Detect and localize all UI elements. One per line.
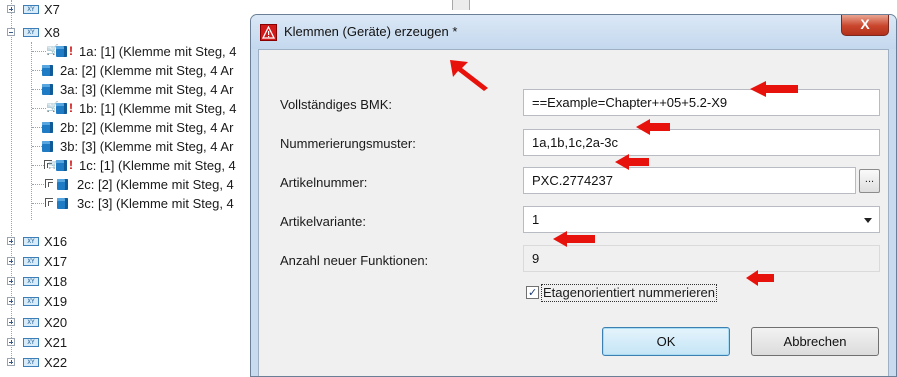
dialog-title: Klemmen (Geräte) erzeugen * [284, 24, 458, 39]
terminal-strip-icon: XY [23, 28, 39, 37]
close-button[interactable]: X [841, 15, 889, 36]
expand-icon[interactable] [7, 257, 15, 265]
terminal-strip-icon: XY [23, 318, 39, 327]
device-icon [56, 160, 67, 171]
warning-mark: ! [69, 44, 73, 58]
tree-panel: XY X7 XY X8 🛒 ! 1a: [1] (Klemme mit Steg… [0, 0, 262, 377]
floor-numbering-label[interactable]: Etagenorientiert nummerieren [541, 284, 717, 302]
tree-node-label: 2a: [2] (Klemme mit Steg, 4 Ar [60, 63, 234, 78]
tree-connector [32, 89, 42, 90]
annotation-arrow [615, 154, 649, 170]
device-icon [42, 141, 53, 152]
tree-node-label: X20 [44, 315, 68, 330]
tree-node-label: X8 [44, 25, 60, 40]
tree-node-label: 1c: [1] (Klemme mit Steg, 4 [79, 158, 236, 173]
annotation-arrow [636, 119, 670, 135]
article-variant-label: Artikelvariante: [280, 214, 366, 229]
new-functions-count-label: Anzahl neuer Funktionen: [280, 253, 429, 268]
article-variant-value: 1 [532, 212, 540, 227]
tree-connector [32, 51, 46, 52]
expand-icon[interactable] [7, 297, 15, 305]
terminal-strip-icon: XY [23, 297, 39, 306]
tree-node-label: X21 [44, 335, 68, 350]
cart-icon: 🛒 [46, 102, 59, 113]
tree-node-label: X7 [44, 2, 60, 17]
expand-icon[interactable] [7, 338, 15, 346]
device-icon [42, 122, 53, 133]
tree-node-label: X17 [44, 254, 68, 269]
tree-node-label: X19 [44, 294, 68, 309]
annotation-arrow [450, 60, 488, 91]
terminal-strip-icon: XY [23, 358, 39, 367]
bridge-icon [45, 179, 53, 188]
tree-connector [32, 146, 42, 147]
tree-connector [32, 203, 44, 204]
tree-connector [32, 165, 44, 166]
terminal-strip-icon: XY [23, 5, 39, 14]
expand-icon[interactable] [7, 277, 15, 285]
tree-connector [32, 184, 44, 185]
device-icon [42, 65, 53, 76]
annotation-arrow [750, 81, 798, 97]
expand-icon[interactable] [7, 318, 15, 326]
chevron-down-icon [864, 218, 872, 223]
collapse-icon[interactable] [7, 28, 15, 36]
numbering-pattern-input[interactable]: 1a,1b,1c,2a-3c [523, 129, 880, 156]
numbering-pattern-label: Nummerierungsmuster: [280, 136, 416, 151]
article-number-label: Artikelnummer: [280, 175, 368, 190]
bmk-label: Vollständiges BMK: [280, 97, 393, 112]
device-icon [57, 179, 68, 190]
annotation-arrow [746, 270, 774, 286]
tree-node-label: X16 [44, 234, 68, 249]
tree-connector [32, 108, 46, 109]
tree-node-label: 2b: [2] (Klemme mit Steg, 4 Ar [60, 120, 234, 135]
tree-node-label: 3b: [3] (Klemme mit Steg, 4 Ar [60, 139, 234, 154]
new-functions-count-value: 9 [523, 245, 880, 272]
cart-icon: 🛒 [46, 45, 59, 56]
expand-icon[interactable] [7, 5, 15, 13]
dialog-titlebar[interactable]: Klemmen (Geräte) erzeugen * X [251, 15, 896, 49]
tree-node-label: 3a: [3] (Klemme mit Steg, 4 Ar [60, 82, 234, 97]
device-icon [56, 46, 67, 57]
create-terminals-dialog: Klemmen (Geräte) erzeugen * X Vollständi… [250, 14, 897, 377]
warning-mark: ! [69, 158, 73, 172]
tree-node-label: X18 [44, 274, 68, 289]
tree-node-label: 2c: [2] (Klemme mit Steg, 4 [77, 177, 234, 192]
ok-button[interactable]: OK [602, 327, 730, 356]
warning-mark: ! [69, 101, 73, 115]
tree-node-label: 1b: [1] (Klemme mit Steg, 4 [79, 101, 237, 116]
article-number-input[interactable]: PXC.2774237 [523, 167, 856, 194]
device-icon [42, 84, 53, 95]
tree-node-label: 1a: [1] (Klemme mit Steg, 4 [79, 44, 237, 59]
tree-connector [32, 127, 42, 128]
terminal-strip-icon: XY [23, 237, 39, 246]
tree-node-label: X22 [44, 355, 68, 370]
scrollbar-stub[interactable] [452, 0, 470, 10]
tree-guide-line [31, 42, 32, 220]
tree-connector [32, 70, 42, 71]
article-variant-select[interactable]: 1 [523, 206, 880, 233]
bmk-input[interactable]: ==Example=Chapter++05+5.2-X9 [523, 89, 880, 116]
checkmark-icon: ✓ [528, 286, 538, 299]
expand-icon[interactable] [7, 237, 15, 245]
terminal-strip-icon: XY [23, 257, 39, 266]
annotation-arrow [553, 231, 595, 247]
dialog-body: Vollständiges BMK: ==Example=Chapter++05… [258, 49, 889, 376]
terminal-strip-icon: XY [23, 277, 39, 286]
cancel-button[interactable]: Abbrechen [751, 327, 879, 356]
tree-node-label: 3c: [3] (Klemme mit Steg, 4 [77, 196, 234, 211]
device-icon [56, 103, 67, 114]
expand-icon[interactable] [7, 358, 15, 366]
warning-triangle-icon [260, 24, 277, 41]
device-icon [57, 198, 68, 209]
tree-guide-line [11, 0, 12, 360]
terminal-strip-icon: XY [23, 338, 39, 347]
bridge-icon [45, 198, 53, 207]
browse-button[interactable]: ... [859, 169, 880, 193]
floor-numbering-checkbox[interactable]: ✓ [526, 286, 539, 299]
